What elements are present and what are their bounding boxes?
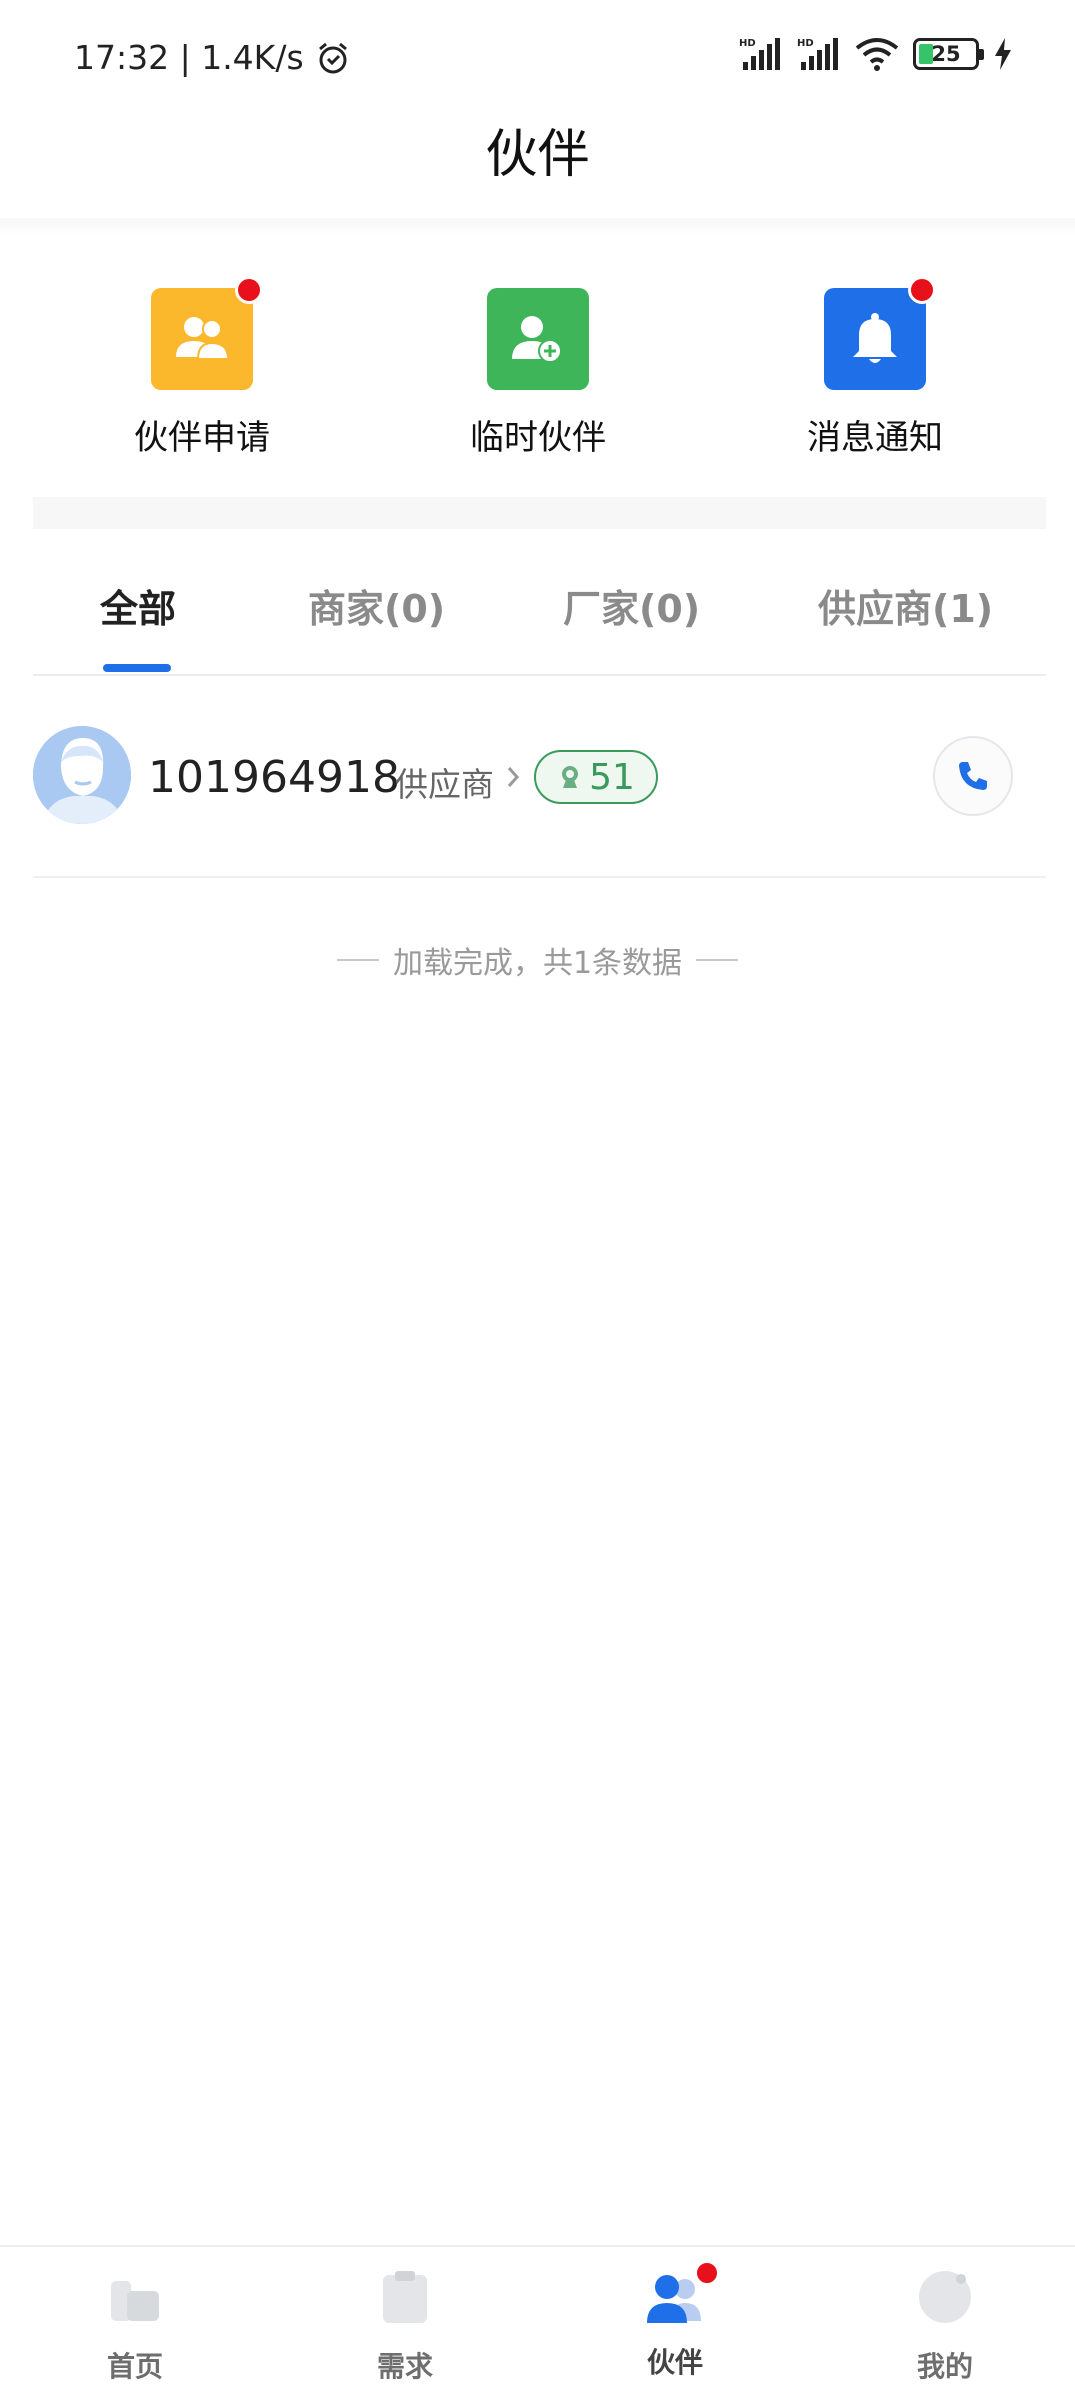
nav-profile[interactable]: 我的 [875,2267,1015,2385]
medal-icon [562,766,579,788]
bell-icon [853,313,897,363]
add-user-icon [512,316,562,363]
page-title: 伙伴 [485,125,590,185]
load-complete-note: 加载完成，共1条数据 [0,938,1075,982]
list-item[interactable]: 101964918 供应商 51 [33,718,1046,878]
alarm-icon [318,42,347,73]
partner-request-tile [151,276,263,390]
svg-text:HD: HD [797,38,814,49]
nav-profile-label: 我的 [916,2350,973,2383]
clipboard-icon [383,2271,427,2323]
profile-icon [919,2271,971,2323]
status-time-speed: 17:32 | 1.4K/s [74,38,304,77]
home-icon [111,2281,159,2321]
wifi-icon [855,38,899,71]
partner-type: 供应商 [395,765,494,804]
bottom-nav: 首页 需求 伙伴 我的 [0,2245,1075,2395]
tab-indicator [103,664,171,672]
divider-line [696,959,739,961]
chevron-right-icon [507,767,520,787]
tab-suppliers[interactable]: 供应商(1) [818,578,993,633]
notification-dot [235,276,263,304]
filter-tabs: 全部 商家(0) 厂家(0) 供应商(1) [33,560,1046,676]
tab-all[interactable]: 全部 [100,578,176,633]
temp-partner-label: 临时伙伴 [470,418,606,458]
notification-dot [908,276,936,304]
score-badge: 51 [534,750,658,804]
status-left: 17:32 | 1.4K/s [74,38,350,77]
notification-dot [695,2261,719,2285]
notifications-label: 消息通知 [807,418,943,458]
nav-partners-label: 伙伴 [646,2346,703,2379]
partner-id: 101964918 [148,752,400,803]
nav-home-label: 首页 [106,2350,163,2383]
partner-request-label: 伙伴申请 [134,418,270,458]
charging-icon [995,38,1011,70]
temp-partner-tile [487,288,589,390]
notifications-tile [824,276,936,390]
battery-level: 25 [931,42,961,66]
score-value: 51 [589,756,635,798]
phone-icon [959,762,987,790]
partners-nav-icon-wrap [645,2261,719,2327]
battery-icon: 25 [913,38,984,70]
nav-demand-label: 需求 [376,2350,433,2383]
nav-partners[interactable]: 伙伴 [605,2261,745,2381]
svg-text:HD: HD [739,38,756,49]
divider-line [336,959,379,961]
avatar [33,726,131,824]
nav-home[interactable]: 首页 [65,2267,205,2385]
temp-partner-button[interactable]: 临时伙伴 [428,288,648,459]
tab-manufacturers[interactable]: 厂家(0) [563,578,700,633]
notifications-button[interactable]: 消息通知 [765,276,985,459]
status-right: HD HD 25 [739,36,1013,72]
partners-icon [176,317,230,360]
load-complete-text: 加载完成，共1条数据 [392,946,683,981]
avatar-placeholder-icon [33,726,131,824]
quick-actions: 伙伴申请 临时伙伴 消息通知 [0,276,1075,468]
signal-icon: HD [739,38,780,70]
call-button[interactable] [933,736,1013,816]
partner-request-button[interactable]: 伙伴申请 [92,276,312,459]
section-divider [33,497,1046,529]
header-divider [0,218,1075,236]
tab-merchants[interactable]: 商家(0) [308,578,445,633]
nav-demand[interactable]: 需求 [335,2267,475,2385]
status-bar: 17:32 | 1.4K/s HD HD 25 [0,0,1075,110]
signal-icon-2: HD [797,38,838,70]
